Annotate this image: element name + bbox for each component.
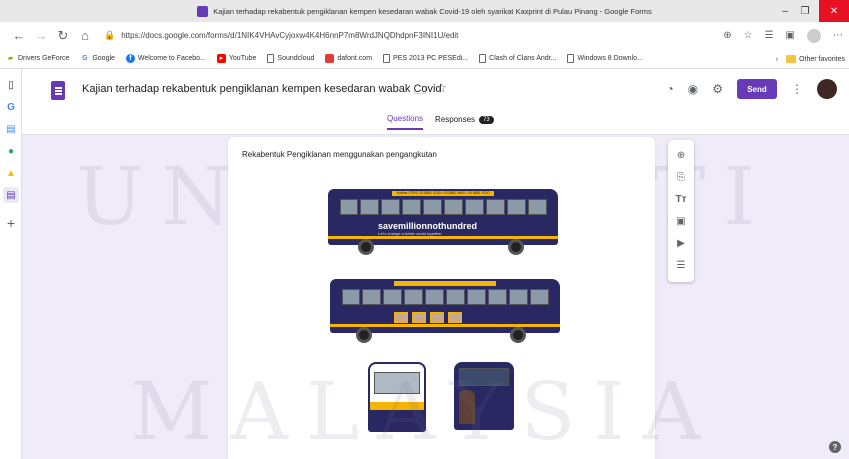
bus-front-view-image — [368, 362, 426, 432]
settings-gear-icon[interactable]: ⚙ — [712, 82, 723, 96]
send-button[interactable]: Send — [737, 79, 777, 99]
window-title: Kajian terhadap rekabentuk pengiklanan k… — [213, 6, 652, 16]
address-bar: ← → ↻ ⌂ 🔒 https://docs.google.com/forms/… — [0, 22, 849, 49]
google-icon: G — [82, 55, 88, 62]
responses-count-badge: 73 — [479, 115, 494, 124]
minimize-button[interactable]: – — [777, 0, 793, 22]
bookmark-soundcloud[interactable]: Soundcloud — [267, 54, 314, 63]
forms-header: Kajian terhadap rekabentuk pengiklanan k… — [22, 69, 849, 135]
back-button[interactable]: ← — [8, 28, 30, 43]
profile-avatar[interactable] — [807, 28, 821, 43]
window-title-bar: Kajian terhadap rekabentuk pengiklanan k… — [0, 0, 849, 22]
question-toolbar: ⊕ ⎘ Tт ▣ ▶ ☰ — [668, 140, 694, 282]
bookmark-other-favorites[interactable]: Other favorites — [786, 55, 845, 63]
browser-side-rail: ▯ G ▤ ● ▲ ▤ + — [0, 69, 22, 459]
bookmark-windows-8[interactable]: Windows 8 Downlo... — [567, 54, 643, 63]
page-icon — [567, 54, 575, 63]
move-to-folder-icon[interactable]: 🗀 — [414, 81, 426, 102]
add-image-icon[interactable]: ▣ — [671, 212, 691, 230]
question-title: Rekabentuk Pengiklanan menggunakan penga… — [242, 150, 437, 159]
folder-icon — [786, 55, 797, 63]
bus-side-view-image-2 — [330, 279, 560, 333]
tab-questions[interactable]: Questions — [387, 114, 424, 130]
google-forms-icon — [197, 5, 209, 17]
reload-button[interactable]: ↻ — [52, 28, 74, 44]
page-icon — [383, 54, 391, 63]
more-menu-icon[interactable]: ⋯ — [833, 30, 843, 41]
docs-icon[interactable]: ▤ — [3, 121, 19, 137]
form-document-title[interactable]: Kajian terhadap rekabentuk pengiklanan k… — [82, 83, 442, 95]
bookmark-facebook[interactable]: f Welcome to Facebo... — [125, 54, 206, 63]
help-icon[interactable]: ? — [829, 441, 841, 453]
favorites-icon[interactable]: ☰ — [765, 30, 774, 41]
palette-icon[interactable]: ◔ — [667, 82, 674, 96]
bookmark-youtube[interactable]: ▸ YouTube — [216, 54, 256, 63]
bus-rear-view-image — [454, 362, 514, 430]
account-avatar[interactable] — [817, 79, 837, 99]
bookmarks-overflow-chevron[interactable]: › — [776, 56, 778, 63]
url-field[interactable]: 🔒 https://docs.google.com/forms/d/1NIK4V… — [104, 30, 458, 41]
page-icon — [479, 54, 487, 63]
more-options-icon[interactable]: ⋮ — [791, 82, 803, 96]
bookmark-clash-of-clans[interactable]: Clash of Clans Andr... — [479, 54, 556, 63]
drive-icon[interactable]: ▲ — [3, 165, 19, 181]
collections-icon[interactable]: ▣ — [786, 30, 795, 41]
bookmark-drivers-geforce[interactable]: ▰ Drivers GeForce — [6, 54, 70, 63]
add-title-icon[interactable]: Tт — [671, 190, 691, 208]
forward-button[interactable]: → — [30, 28, 52, 43]
bookmark-dafont[interactable]: dafont.com — [325, 54, 372, 63]
add-section-icon[interactable]: ☰ — [671, 256, 691, 274]
google-forms-logo-icon[interactable] — [51, 81, 65, 100]
bookmarks-bar: ▰ Drivers GeForce G Google f Welcome to Fac… — [0, 49, 849, 69]
forms-icon[interactable]: ▤ — [3, 187, 19, 203]
question-card[interactable]: Rekabentuk Pengiklanan menggunakan penga… — [228, 137, 655, 459]
maximize-button[interactable]: ❐ — [797, 0, 813, 22]
favorite-star-icon[interactable]: ☆ — [744, 30, 753, 41]
sheets-icon[interactable]: ● — [3, 143, 19, 159]
page-icon — [267, 54, 275, 63]
close-window-button[interactable]: ✕ — [819, 0, 849, 22]
import-questions-icon[interactable]: ⎘ — [671, 168, 691, 186]
tab-actions-icon[interactable]: ▯ — [3, 77, 19, 93]
dafont-icon — [325, 54, 335, 63]
add-question-icon[interactable]: ⊕ — [671, 146, 691, 164]
preview-eye-icon[interactable]: ◉ — [688, 82, 698, 96]
zoom-icon[interactable]: ⊕ — [723, 30, 731, 41]
tab-responses[interactable]: Responses 73 — [435, 114, 494, 130]
url-text: https://docs.google.com/forms/d/1NIK4VHA… — [121, 31, 459, 40]
youtube-icon: ▸ — [216, 54, 226, 63]
home-button[interactable]: ⌂ — [74, 28, 96, 43]
bookmark-google[interactable]: G Google — [80, 54, 115, 63]
google-icon[interactable]: G — [3, 99, 19, 115]
bus-side-view-image: Hotline CPRC 03 8881 0200 / 03 8881 0600… — [328, 189, 558, 245]
star-icon[interactable]: ☆ — [436, 81, 447, 102]
facebook-icon: f — [125, 54, 135, 63]
bookmark-pes-2013[interactable]: PES 2013 PC PESEdi... — [383, 54, 468, 63]
nvidia-icon: ▰ — [7, 55, 14, 62]
add-icon[interactable]: + — [3, 215, 19, 231]
lock-icon: 🔒 — [104, 30, 116, 40]
add-video-icon[interactable]: ▶ — [671, 234, 691, 252]
